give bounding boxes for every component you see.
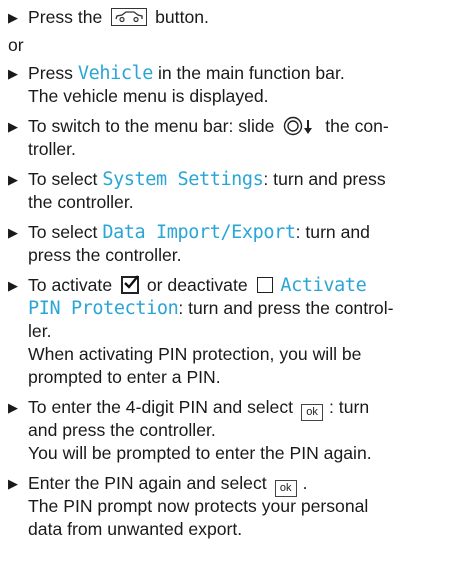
step-result: prompted to enter a PIN. <box>28 367 221 387</box>
step-result: data from unwanted export. <box>28 519 243 539</box>
checkbox-checked-icon <box>121 275 139 294</box>
step-select-system-settings: ▶ To select System Settings: turn and pre… <box>8 169 386 190</box>
step-enter-pin-again: ▶ Enter the PIN again and select ok. <box>8 472 470 497</box>
bullet-icon: ▶ <box>8 278 18 293</box>
or-separator: or <box>8 35 24 55</box>
keyword-system-settings: System Settings <box>102 169 264 190</box>
keyword-data-import-export: Data Import/Export <box>102 222 296 243</box>
step-activate-pin-protection: ▶ To activate or deactivate Activate <box>8 275 367 296</box>
step-enter-pin: ▶ To enter the 4-digit PIN and select ok: … <box>8 396 470 421</box>
bullet-icon: ▶ <box>8 172 18 187</box>
step-switch-menu-bar: ▶ To switch to the menu bar: slide the co… <box>8 116 389 136</box>
step-result: You will be prompted to enter the PIN ag… <box>28 443 372 463</box>
step-text: Press the <box>28 7 103 27</box>
keyword-vehicle: Vehicle <box>77 63 154 84</box>
keyword-pin-protection: PIN Protection <box>28 298 179 319</box>
step-result: The vehicle menu is displayed. <box>28 86 269 106</box>
step-continuation: and press the controller. <box>28 420 216 440</box>
bullet-icon: ▶ <box>8 400 18 415</box>
step-continuation: PIN Protection: turn and press the contr… <box>28 298 394 319</box>
keyword-activate: Activate <box>280 275 367 296</box>
step-press-vehicle-button: ▶ Press the button. <box>8 6 470 29</box>
step-continuation: troller. <box>28 139 76 159</box>
checkbox-empty-icon <box>256 277 273 293</box>
controller-slide-down-icon <box>284 116 313 136</box>
step-result: The PIN prompt now protects your persona… <box>28 496 369 516</box>
step-continuation: ler. <box>28 321 52 341</box>
step-continuation: the controller. <box>28 192 134 212</box>
bullet-icon: ▶ <box>8 225 18 240</box>
bullet-icon: ▶ <box>8 119 18 134</box>
bullet-icon: ▶ <box>8 66 18 81</box>
instruction-list: ▶ Press the button. or ▶ Press Vehicle in … <box>8 6 470 541</box>
step-select-data-import-export: ▶ To select Data Import/Export: turn and <box>8 222 370 243</box>
step-continuation: press the controller. <box>28 245 182 265</box>
bullet-icon: ▶ <box>8 476 18 491</box>
ok-key-icon: ok <box>301 404 324 421</box>
step-press-vehicle: ▶ Press Vehicle in the main function bar. <box>8 63 345 84</box>
step-result: When activating PIN protection, you will… <box>28 344 362 364</box>
bullet-icon: ▶ <box>8 10 18 25</box>
step-text: button. <box>155 7 209 27</box>
car-icon <box>111 8 148 26</box>
